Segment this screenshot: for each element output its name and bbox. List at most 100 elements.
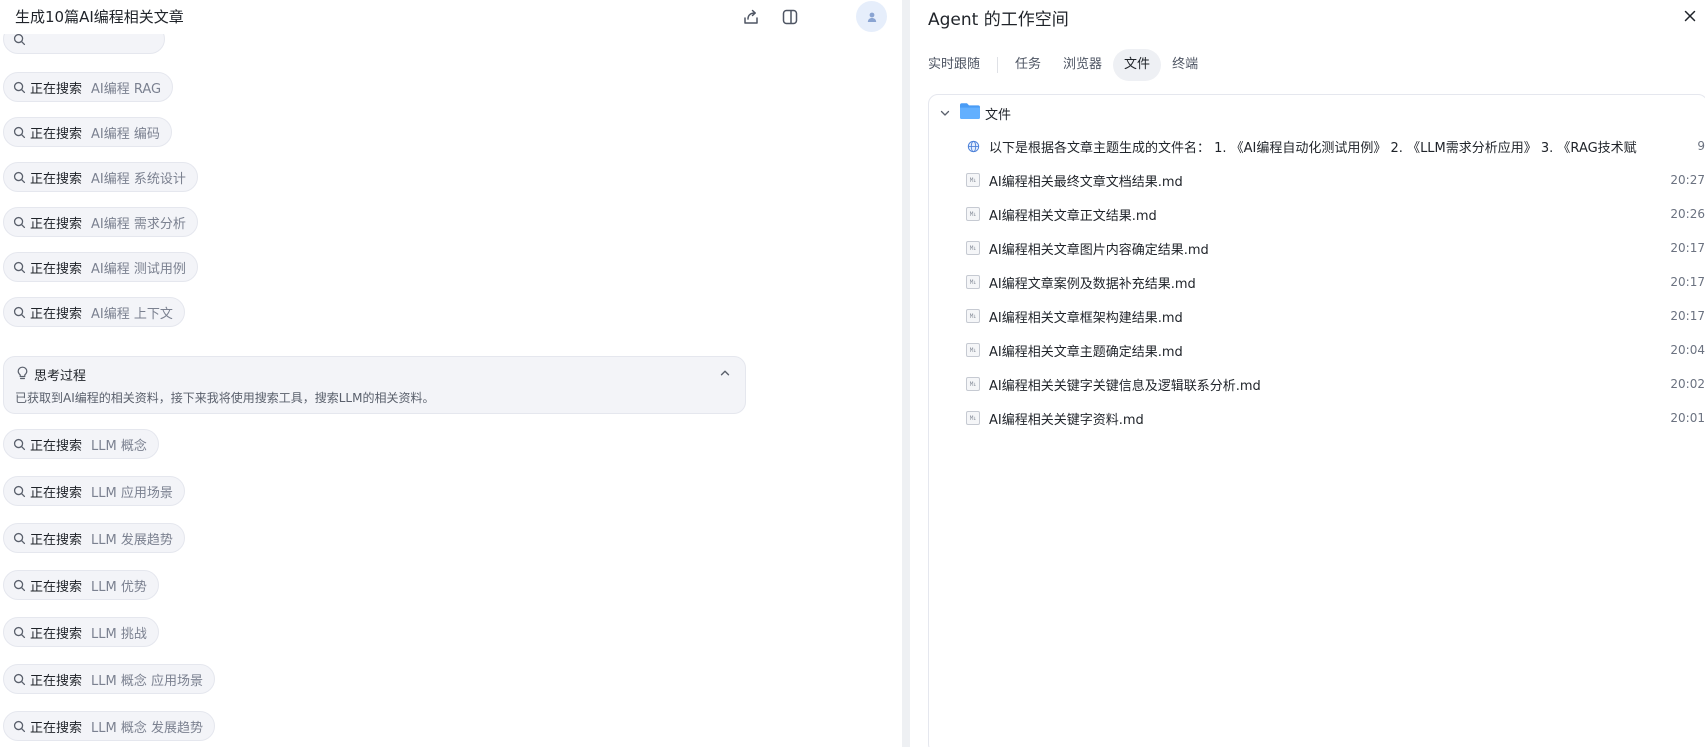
file-time: 20:17 (1670, 275, 1705, 289)
folder-row[interactable]: 文件 (939, 103, 1011, 123)
file-item[interactable]: M↓ AI编程相关关键字关键信息及逻辑联系分析.md 20:02 (965, 373, 1705, 395)
chat-header: 生成10篇AI编程相关文章 (0, 0, 902, 34)
file-item[interactable]: M↓ AI编程相关最终文章文档结果.md 20:27 (965, 169, 1705, 191)
file-item[interactable]: M↓ AI编程相关文章正文结果.md 20:26 (965, 203, 1705, 225)
search-term: AI编程 编码 (91, 126, 160, 142)
conversation-title: 生成10篇AI编程相关文章 (15, 8, 184, 26)
file-name: AI编程相关文章图片内容确定结果.md (989, 242, 1209, 258)
share-button[interactable] (739, 5, 763, 29)
file-name: AI编程相关最终文章文档结果.md (989, 174, 1183, 190)
file-item[interactable]: M↓ AI编程相关文章框架构建结果.md 20:17 (965, 305, 1705, 327)
tab-files[interactable]: 文件 (1113, 49, 1162, 81)
markdown-badge: M↓ (966, 173, 980, 187)
search-status-label: 正在搜索 (30, 532, 83, 548)
close-icon (1684, 10, 1696, 22)
file-item[interactable]: 以下是根据各文章主题生成的文件名： 1. 《AI编程自动化测试用例》 2. 《L… (965, 135, 1705, 157)
search-chip[interactable]: 正在搜索 LLM 概念 (3, 429, 159, 459)
file-time: 20:04 (1670, 343, 1705, 357)
search-icon (13, 673, 26, 686)
markdown-file-icon: M↓ (965, 308, 981, 324)
search-term: LLM 概念 应用场景 (91, 673, 203, 689)
markdown-file-icon: M↓ (965, 274, 981, 290)
search-icon (13, 485, 26, 498)
search-chip[interactable]: 正在搜索 AI编程 需求分析 (3, 207, 198, 237)
file-tree: 文件 以下是根据各文章主题生成的文件名： 1. 《AI编程自动化测试用例》 2.… (928, 94, 1705, 747)
folder-name: 文件 (985, 107, 1012, 123)
globe-icon (965, 138, 981, 154)
search-term: LLM 优势 (91, 579, 147, 595)
search-icon (13, 171, 26, 184)
file-time: 20:01 (1670, 411, 1705, 425)
search-chip[interactable]: 正在搜索 AI编程 上下文 (3, 297, 185, 327)
file-time: 20:26 (1670, 207, 1705, 221)
file-name: AI编程相关文章正文结果.md (989, 208, 1157, 224)
search-status-label: 正在搜索 (30, 485, 83, 501)
search-icon (13, 626, 26, 639)
file-name: AI编程相关文章主题确定结果.md (989, 344, 1183, 360)
markdown-badge: M↓ (966, 309, 980, 323)
markdown-file-icon: M↓ (965, 410, 981, 426)
file-time: 20:02 (1670, 377, 1705, 391)
search-chip[interactable]: 正在搜索 LLM 发展趋势 (3, 523, 185, 553)
file-item[interactable]: M↓ AI编程相关文章图片内容确定结果.md 20:17 (965, 237, 1705, 259)
search-term: AI编程 需求分析 (91, 216, 186, 232)
chat-panel: 生成10篇AI编程相关文章 正在搜索 AI编程 RAG 正在搜索 AI编程 编码… (0, 0, 902, 747)
panel-resize-handle[interactable] (902, 0, 910, 747)
search-chip[interactable]: 正在搜索 LLM 优势 (3, 570, 159, 600)
search-chip[interactable]: 正在搜索 AI编程 编码 (3, 117, 172, 147)
search-icon (13, 33, 26, 46)
agent-workspace: Agent 的工作空间 实时跟随 任务 浏览器 文件 终端 文件 以下是根据各文… (910, 0, 1705, 747)
markdown-badge: M↓ (966, 241, 980, 255)
markdown-file-icon: M↓ (965, 172, 981, 188)
search-status-label: 正在搜索 (30, 720, 83, 736)
toggle-panel-button[interactable] (778, 5, 802, 29)
close-button[interactable] (1680, 6, 1700, 26)
search-icon (13, 261, 26, 274)
markdown-badge: M↓ (966, 377, 980, 391)
search-chip[interactable]: 正在搜索 LLM 挑战 (3, 617, 159, 647)
search-term: AI编程 系统设计 (91, 171, 186, 187)
markdown-file-icon: M↓ (965, 342, 981, 358)
search-icon (13, 81, 26, 94)
markdown-badge: M↓ (966, 275, 980, 289)
search-status-label: 正在搜索 (30, 261, 83, 277)
file-item[interactable]: M↓ AI编程文章案例及数据补充结果.md 20:17 (965, 271, 1705, 293)
search-term: LLM 概念 (91, 438, 147, 454)
folder-icon (959, 102, 981, 124)
search-icon (13, 216, 26, 229)
collapse-button[interactable] (717, 365, 733, 381)
lightbulb-icon (16, 366, 29, 380)
search-chip[interactable]: 正在搜索 AI编程 测试用例 (3, 252, 198, 282)
search-chip[interactable]: 正在搜索 AI编程 系统设计 (3, 162, 198, 192)
search-icon (13, 532, 26, 545)
search-status-label: 正在搜索 (30, 216, 83, 232)
search-icon (13, 126, 26, 139)
thinking-title: 思考过程 (34, 369, 87, 384)
search-icon (13, 720, 26, 733)
tab-terminal[interactable]: 终端 (1161, 49, 1209, 81)
search-chip[interactable]: 正在搜索 LLM 概念 发展趋势 (3, 711, 215, 741)
search-term: AI编程 上下文 (91, 306, 173, 322)
file-item[interactable]: M↓ AI编程相关文章主题确定结果.md 20:04 (965, 339, 1705, 361)
search-term: AI编程 测试用例 (91, 261, 186, 277)
search-term: LLM 发展趋势 (91, 532, 173, 548)
tab-browser[interactable]: 浏览器 (1052, 49, 1113, 81)
markdown-badge: M↓ (966, 343, 980, 357)
search-status-label: 正在搜索 (30, 673, 83, 689)
tab-live-follow[interactable]: 实时跟随 (928, 57, 999, 73)
chevron-up-icon (720, 370, 730, 376)
file-item[interactable]: M↓ AI编程相关关键字资料.md 20:01 (965, 407, 1705, 429)
file-name: AI编程相关关键字关键信息及逻辑联系分析.md (989, 378, 1261, 394)
search-chip[interactable]: 正在搜索 AI编程 RAG (3, 72, 174, 102)
search-term: LLM 概念 发展趋势 (91, 720, 203, 736)
tab-tasks[interactable]: 任务 (1004, 49, 1052, 81)
workspace-title: Agent 的工作空间 (928, 10, 1069, 30)
markdown-badge: M↓ (966, 411, 980, 425)
file-name: 以下是根据各文章主题生成的文件名： 1. 《AI编程自动化测试用例》 2. 《L… (989, 140, 1637, 156)
avatar[interactable] (856, 1, 887, 32)
markdown-badge: M↓ (966, 207, 980, 221)
search-chip[interactable]: 正在搜索 LLM 概念 应用场景 (3, 664, 215, 694)
search-chip[interactable]: 正在搜索 LLM 应用场景 (3, 476, 185, 506)
markdown-file-icon: M↓ (965, 240, 981, 256)
file-time: 20:29 (1697, 139, 1705, 153)
